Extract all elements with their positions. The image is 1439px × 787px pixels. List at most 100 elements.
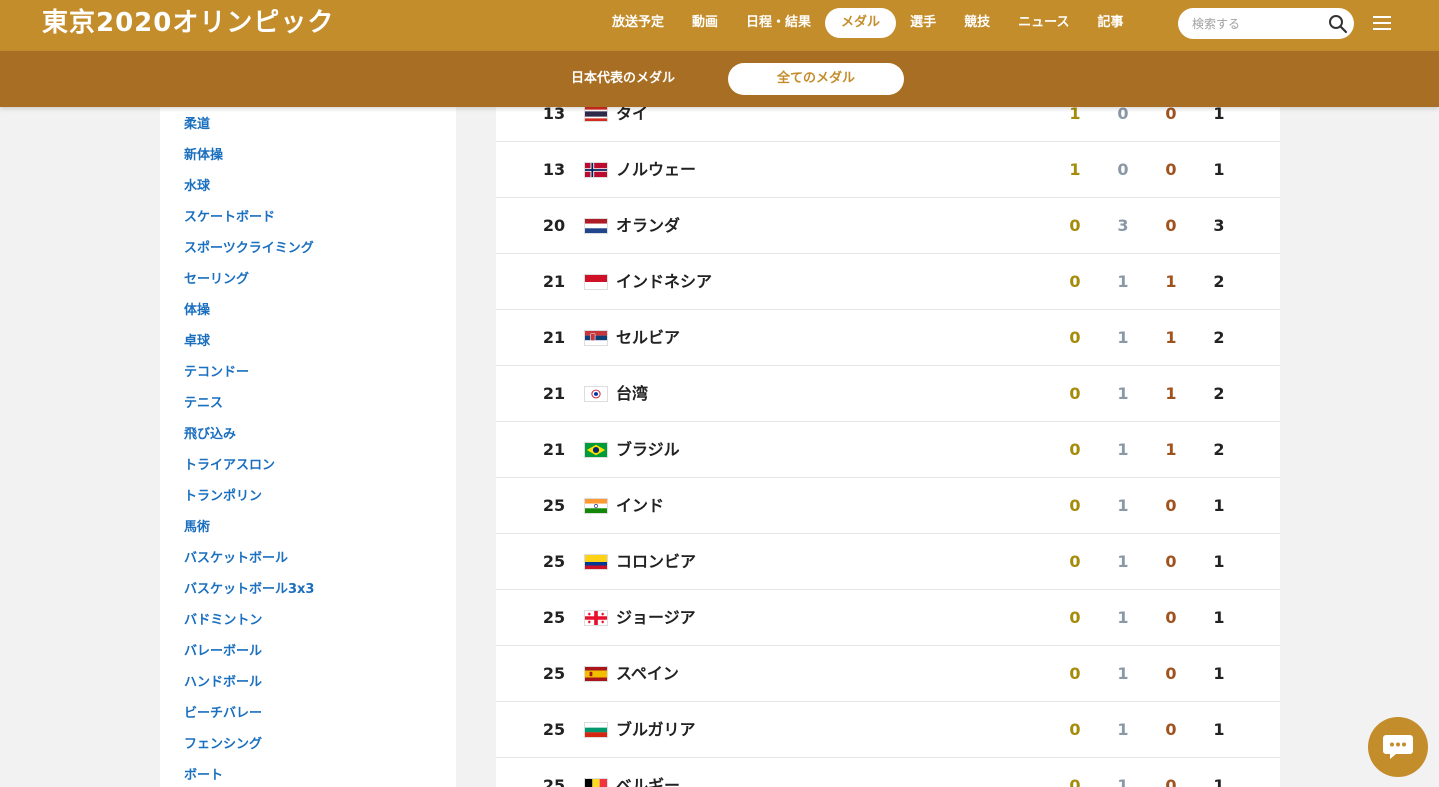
gold-count: 0 bbox=[1069, 496, 1081, 515]
flag-icon bbox=[584, 722, 608, 738]
silver-count: 1 bbox=[1117, 552, 1129, 571]
bronze-count: 0 bbox=[1165, 608, 1177, 627]
sport-link[interactable]: トライアスロン bbox=[184, 456, 314, 487]
table-row[interactable]: 25 ジョージア 0 1 0 1 bbox=[496, 590, 1280, 646]
gold-count: 0 bbox=[1069, 776, 1081, 787]
sport-link[interactable]: スケートボード bbox=[184, 208, 314, 239]
gold-count: 0 bbox=[1069, 440, 1081, 459]
country-name[interactable]: ジョージア bbox=[616, 590, 696, 646]
tab-all-medals[interactable]: 全てのメダル bbox=[728, 63, 904, 95]
rank-cell: 25 bbox=[542, 496, 566, 515]
silver-count: 1 bbox=[1117, 496, 1129, 515]
table-row[interactable]: 25 ブルガリア 0 1 0 1 bbox=[496, 702, 1280, 758]
gold-count: 0 bbox=[1069, 328, 1081, 347]
silver-count: 0 bbox=[1117, 160, 1129, 179]
sport-link[interactable]: バスケットボール bbox=[184, 549, 314, 580]
rank-cell: 25 bbox=[542, 608, 566, 627]
country-name[interactable]: 台湾 bbox=[616, 366, 648, 422]
sport-link[interactable]: バスケットボール3x3 bbox=[184, 580, 314, 611]
country-name[interactable]: スペイン bbox=[616, 646, 679, 702]
table-row[interactable]: 21 ブラジル 0 1 1 2 bbox=[496, 422, 1280, 478]
sport-link[interactable]: ボート bbox=[184, 766, 314, 787]
rank-cell: 21 bbox=[542, 440, 566, 459]
nav-item-broadcast[interactable]: 放送予定 bbox=[598, 8, 678, 38]
nav-item-news[interactable]: ニュース bbox=[1004, 8, 1083, 38]
sport-link[interactable]: テコンドー bbox=[184, 363, 314, 394]
medal-table: 13 タイ 1 0 0 1 13 ノルウェー 1 0 0 1 20 オランダ 0 3 0 3 21 インドネシア 0 1 1… bbox=[496, 86, 1280, 787]
country-name[interactable]: オランダ bbox=[616, 198, 680, 254]
nav-item-video[interactable]: 動画 bbox=[678, 8, 732, 38]
table-row[interactable]: 21 インドネシア 0 1 1 2 bbox=[496, 254, 1280, 310]
country-name[interactable]: ノルウェー bbox=[616, 142, 696, 198]
table-row[interactable]: 21 セルビア 0 1 1 2 bbox=[496, 310, 1280, 366]
table-row[interactable]: 25 インド 0 1 0 1 bbox=[496, 478, 1280, 534]
bronze-count: 0 bbox=[1165, 776, 1177, 787]
country-name[interactable]: セルビア bbox=[616, 310, 680, 366]
country-name[interactable]: コロンビア bbox=[616, 534, 696, 590]
sport-link[interactable]: バドミントン bbox=[184, 611, 314, 642]
total-count: 1 bbox=[1213, 496, 1225, 515]
sport-link[interactable]: バレーボール bbox=[184, 642, 314, 673]
bronze-count: 0 bbox=[1165, 552, 1177, 571]
flag-icon bbox=[584, 218, 608, 234]
table-row[interactable]: 21 台湾 0 1 1 2 bbox=[496, 366, 1280, 422]
sport-link[interactable]: フェンシング bbox=[184, 735, 314, 766]
gold-count: 1 bbox=[1069, 160, 1081, 179]
rank-cell: 21 bbox=[542, 328, 566, 347]
gold-count: 0 bbox=[1069, 608, 1081, 627]
hamburger-menu-icon[interactable] bbox=[1373, 15, 1391, 31]
bronze-count: 0 bbox=[1165, 496, 1177, 515]
country-name[interactable]: ベルギー bbox=[616, 758, 680, 787]
silver-count: 1 bbox=[1117, 440, 1129, 459]
flag-icon bbox=[584, 330, 608, 346]
total-count: 2 bbox=[1213, 328, 1225, 347]
nav-item-athletes[interactable]: 選手 bbox=[896, 8, 950, 38]
flag-icon bbox=[584, 162, 608, 178]
sport-list: 柔道 新体操 水球 スケートボード スポーツクライミング セーリング 体操 卓球… bbox=[184, 115, 314, 787]
sport-link[interactable]: 水球 bbox=[184, 177, 314, 208]
search-icon[interactable] bbox=[1328, 14, 1348, 34]
sport-link[interactable]: トランポリン bbox=[184, 487, 314, 518]
sport-link[interactable]: セーリング bbox=[184, 270, 314, 301]
table-row[interactable]: 25 コロンビア 0 1 0 1 bbox=[496, 534, 1280, 590]
flag-icon bbox=[584, 274, 608, 290]
sport-link[interactable]: 新体操 bbox=[184, 146, 314, 177]
tab-japan-medals[interactable]: 日本代表のメダル bbox=[553, 63, 693, 95]
site-header: 東京2020オリンピック 放送予定 動画 日程・結果 メダル 選手 競技 ニュー… bbox=[0, 0, 1439, 51]
country-name[interactable]: ブルガリア bbox=[616, 702, 696, 758]
rank-cell: 21 bbox=[542, 272, 566, 291]
nav-item-articles[interactable]: 記事 bbox=[1083, 8, 1137, 38]
table-row[interactable]: 20 オランダ 0 3 0 3 bbox=[496, 198, 1280, 254]
country-name[interactable]: インド bbox=[616, 478, 664, 534]
sport-link[interactable]: 体操 bbox=[184, 301, 314, 332]
chat-button[interactable] bbox=[1368, 717, 1428, 777]
total-count: 2 bbox=[1213, 440, 1225, 459]
total-count: 2 bbox=[1213, 384, 1225, 403]
nav-item-sports[interactable]: 競技 bbox=[950, 8, 1004, 38]
sport-link[interactable]: 卓球 bbox=[184, 332, 314, 363]
silver-count: 1 bbox=[1117, 384, 1129, 403]
sport-link[interactable]: 柔道 bbox=[184, 115, 314, 146]
search-input[interactable] bbox=[1192, 8, 1322, 39]
flag-icon bbox=[584, 106, 608, 122]
site-logo[interactable]: 東京2020オリンピック bbox=[42, 7, 334, 39]
country-name[interactable]: インドネシア bbox=[616, 254, 712, 310]
table-row[interactable]: 13 ノルウェー 1 0 0 1 bbox=[496, 142, 1280, 198]
country-name[interactable]: ブラジル bbox=[616, 422, 680, 478]
sport-link[interactable]: ハンドボール bbox=[184, 673, 314, 704]
gold-count: 0 bbox=[1069, 384, 1081, 403]
sport-link[interactable]: 馬術 bbox=[184, 518, 314, 549]
nav-item-medals[interactable]: メダル bbox=[825, 8, 897, 38]
sport-link[interactable]: スポーツクライミング bbox=[184, 239, 314, 270]
sport-link[interactable]: 飛び込み bbox=[184, 425, 314, 456]
flag-icon bbox=[584, 666, 608, 682]
sport-link[interactable]: テニス bbox=[184, 394, 314, 425]
rank-cell: 20 bbox=[542, 216, 566, 235]
table-row[interactable]: 25 ベルギー 0 1 0 1 bbox=[496, 758, 1280, 787]
flag-icon bbox=[584, 778, 608, 787]
sport-link[interactable]: ビーチバレー bbox=[184, 704, 314, 735]
nav-item-schedule[interactable]: 日程・結果 bbox=[732, 8, 825, 38]
silver-count: 1 bbox=[1117, 272, 1129, 291]
total-count: 2 bbox=[1213, 272, 1225, 291]
table-row[interactable]: 25 スペイン 0 1 0 1 bbox=[496, 646, 1280, 702]
